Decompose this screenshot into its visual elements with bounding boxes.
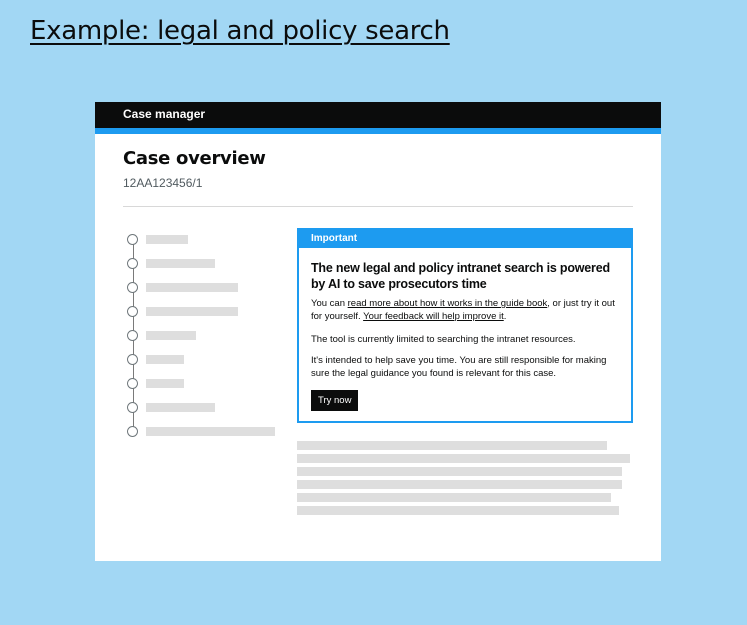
placeholder-line xyxy=(297,467,622,476)
slide-title: Example: legal and policy search xyxy=(30,16,450,46)
timeline-placeholder xyxy=(146,355,184,364)
page-title: Case overview xyxy=(123,148,266,169)
app-header: Case manager xyxy=(95,102,661,128)
timeline-placeholder xyxy=(146,331,196,340)
timeline-dot-icon xyxy=(127,402,138,413)
timeline-dot-icon xyxy=(127,282,138,293)
try-now-button[interactable]: Try now xyxy=(311,390,359,411)
notification-heading: The new legal and policy intranet search… xyxy=(311,261,610,291)
timeline-placeholder xyxy=(146,235,188,244)
placeholder-line xyxy=(297,480,622,489)
timeline-placeholder xyxy=(146,379,184,388)
timeline-dot-icon xyxy=(127,306,138,317)
timeline-dot-icon xyxy=(127,258,138,269)
timeline-dot-icon xyxy=(127,234,138,245)
placeholder-line xyxy=(297,441,607,450)
placeholder-line xyxy=(297,493,611,502)
feedback-link[interactable]: Your feedback will help improve it xyxy=(363,311,504,322)
timeline-dot-icon xyxy=(127,354,138,365)
notification-header: Important xyxy=(299,230,631,248)
paragraph-text: You can xyxy=(311,298,348,309)
divider xyxy=(123,206,633,207)
header-accent-bar xyxy=(95,128,661,134)
timeline-dot-icon xyxy=(127,330,138,341)
placeholder-line xyxy=(297,506,619,515)
case-reference: 12AA123456/1 xyxy=(123,176,203,190)
notification-label: Important xyxy=(311,233,358,244)
notification-paragraph: The tool is currently limited to searchi… xyxy=(311,334,576,345)
timeline-dot-icon xyxy=(127,426,138,437)
timeline-dot-icon xyxy=(127,378,138,389)
timeline-placeholder xyxy=(146,283,238,292)
timeline-placeholder xyxy=(146,403,215,412)
important-notification-banner: Important The new legal and policy intra… xyxy=(297,228,633,423)
guide-book-link[interactable]: read more about how it works in the guid… xyxy=(348,298,548,309)
placeholder-line xyxy=(297,454,630,463)
notification-paragraph: It's intended to help save you time. You… xyxy=(311,355,607,379)
timeline-placeholder xyxy=(146,307,238,316)
case-manager-window: Case manager Case overview 12AA123456/1 xyxy=(95,102,661,561)
paragraph-text: . xyxy=(503,311,507,322)
notification-paragraph: You can read more about how it works in … xyxy=(311,297,627,323)
timeline-placeholder xyxy=(146,427,275,436)
app-name[interactable]: Case manager xyxy=(123,107,205,121)
timeline-placeholder xyxy=(146,259,215,268)
